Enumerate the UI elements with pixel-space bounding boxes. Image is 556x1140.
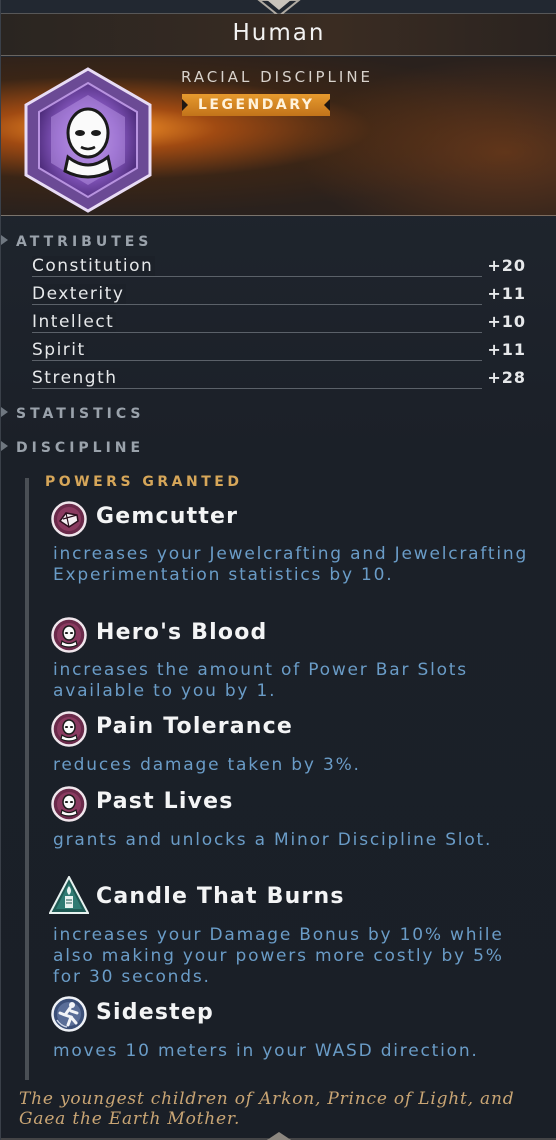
section-attributes-label: ATTRIBUTES	[16, 234, 153, 250]
rarity-label: LEGENDARY	[198, 97, 315, 113]
attribute-row-constitution: Constitution +20	[32, 256, 526, 282]
power-description: grants and unlocks a Minor Discipline Sl…	[53, 830, 493, 850]
attribute-name: Spirit	[32, 340, 88, 360]
attribute-name: Constitution	[32, 256, 156, 276]
expand-arrow-icon	[1, 407, 8, 417]
section-discipline[interactable]: DISCIPLINE	[1, 440, 144, 456]
candle-flame-icon	[49, 876, 89, 914]
power-description: increases your Damage Bonus by 10% while…	[53, 925, 504, 987]
attribute-row-strength: Strength +28	[32, 368, 526, 394]
power-description: moves 10 meters in your WASD direction.	[53, 1041, 479, 1061]
attribute-value: +11	[487, 340, 526, 359]
section-statistics-label: STATISTICS	[16, 406, 145, 422]
flavor-text: The youngest children of Arkon, Prince o…	[19, 1089, 515, 1129]
attribute-row-intellect: Intellect +10	[32, 312, 526, 338]
attribute-value: +11	[487, 284, 526, 303]
sidestep-runner-icon	[51, 996, 87, 1032]
attribute-name: Strength	[32, 368, 120, 388]
header-band: RACIAL DISCIPLINE LEGENDARY	[1, 57, 556, 216]
attribute-row-dexterity: Dexterity +11	[32, 284, 526, 310]
attribute-value: +20	[487, 256, 526, 275]
attribute-name: Dexterity	[32, 284, 127, 304]
discipline-title: Human	[232, 20, 326, 46]
attribute-row-spirit: Spirit +11	[32, 340, 526, 366]
power-name-gemcutter: Gemcutter	[96, 504, 239, 529]
title-bar: Human	[1, 14, 556, 56]
attribute-value: +10	[487, 312, 526, 331]
section-discipline-label: DISCIPLINE	[16, 440, 145, 456]
power-name-heros-blood: Hero's Blood	[96, 620, 268, 645]
bottom-frame-ornament	[1, 1132, 556, 1140]
gem-cut-icon	[51, 501, 87, 537]
power-description: increases your Jewelcrafting and Jewelcr…	[53, 544, 529, 585]
attribute-value: +28	[487, 368, 526, 387]
section-attributes[interactable]: ATTRIBUTES	[1, 234, 152, 250]
expand-arrow-icon	[1, 235, 8, 245]
power-name-candle-that-burns: Candle That Burns	[96, 884, 345, 909]
power-name-sidestep: Sidestep	[96, 1000, 214, 1025]
power-description: reduces damage taken by 3%.	[53, 755, 361, 775]
human-face-icon	[51, 786, 87, 822]
rarity-badge: LEGENDARY	[182, 94, 331, 116]
power-name-pain-tolerance: Pain Tolerance	[96, 714, 294, 739]
expand-arrow-icon	[1, 441, 8, 451]
power-description: increases the amount of Power Bar Slots …	[53, 660, 468, 701]
human-face-icon	[51, 617, 87, 653]
powers-granted-heading: POWERS GRANTED	[45, 474, 243, 490]
section-statistics[interactable]: STATISTICS	[1, 406, 145, 422]
discipline-type-label: RACIAL DISCIPLINE	[181, 68, 374, 86]
human-face-gem-icon	[24, 67, 152, 213]
human-face-icon	[51, 711, 87, 747]
power-name-past-lives: Past Lives	[96, 789, 234, 814]
discipline-section-bar	[25, 478, 29, 1080]
discipline-tooltip: Human RACIAL DISCIPLINE LEGENDARY ATTRIB…	[0, 0, 556, 1140]
attribute-name: Intellect	[32, 312, 117, 332]
